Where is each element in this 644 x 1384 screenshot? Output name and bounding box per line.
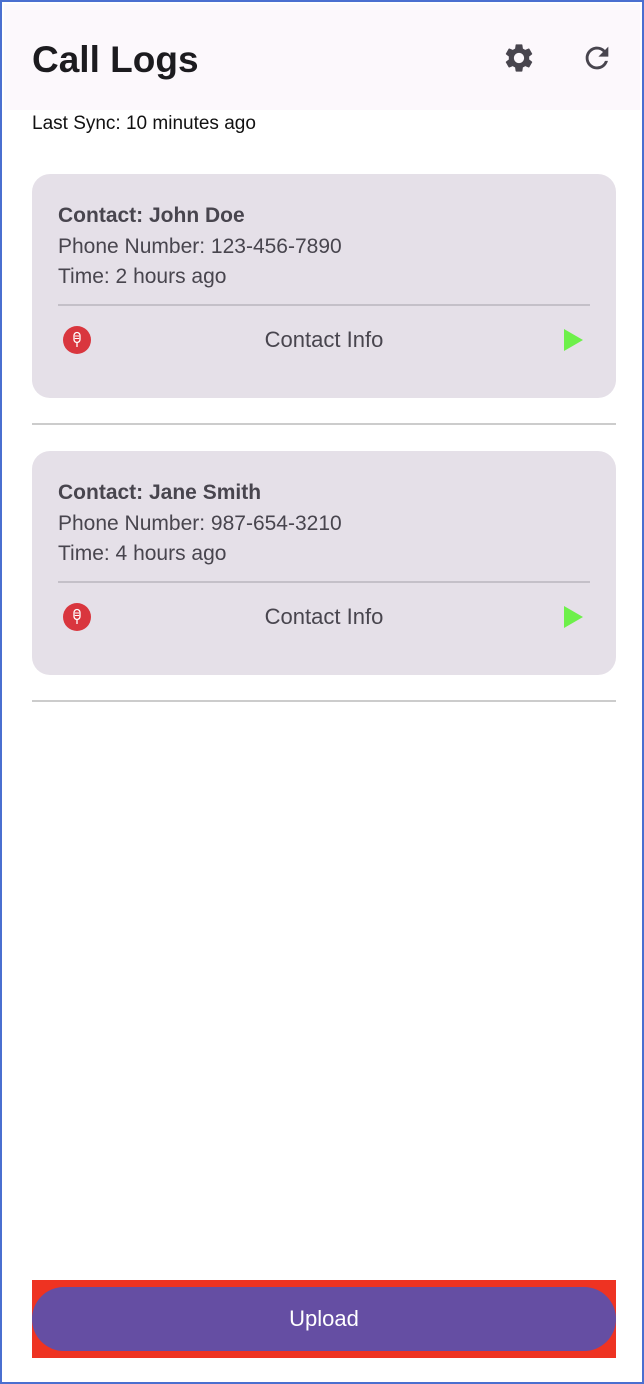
contact-name: Contact: John Doe	[58, 204, 245, 227]
refresh-button[interactable]	[573, 34, 621, 82]
contact-info-button[interactable]: Contact Info	[32, 326, 616, 354]
call-time: Time: 4 hours ago	[58, 542, 227, 565]
last-sync-text: Last Sync: 10 minutes ago	[32, 113, 256, 134]
list-divider	[32, 423, 616, 425]
refresh-icon	[585, 46, 609, 70]
call-log-card: Contact: Jane Smith Phone Number: 987-65…	[32, 451, 616, 675]
app-bar: Call Logs	[4, 4, 640, 110]
play-icon[interactable]	[562, 326, 586, 354]
contact-name: Contact: Jane Smith	[58, 481, 262, 504]
card-divider	[58, 304, 590, 306]
card-divider	[58, 581, 590, 583]
upload-button[interactable]: Upload	[32, 1287, 616, 1351]
phone-number: Phone Number: 987-654-3210	[58, 512, 342, 535]
list-divider	[32, 700, 616, 702]
play-icon[interactable]	[562, 603, 586, 631]
app-screen: Call Logs Last Sync: 10 minutes ago Cont…	[0, 0, 644, 1384]
page-title: Call Logs	[32, 39, 199, 80]
gear-icon	[505, 44, 533, 72]
phone-number: Phone Number: 123-456-7890	[58, 235, 342, 258]
call-log-card: Contact: John Doe Phone Number: 123-456-…	[32, 174, 616, 398]
upload-highlight: Upload	[32, 1280, 616, 1358]
call-time: Time: 2 hours ago	[58, 265, 227, 288]
settings-button[interactable]	[495, 34, 543, 82]
contact-info-button[interactable]: Contact Info	[32, 603, 616, 631]
